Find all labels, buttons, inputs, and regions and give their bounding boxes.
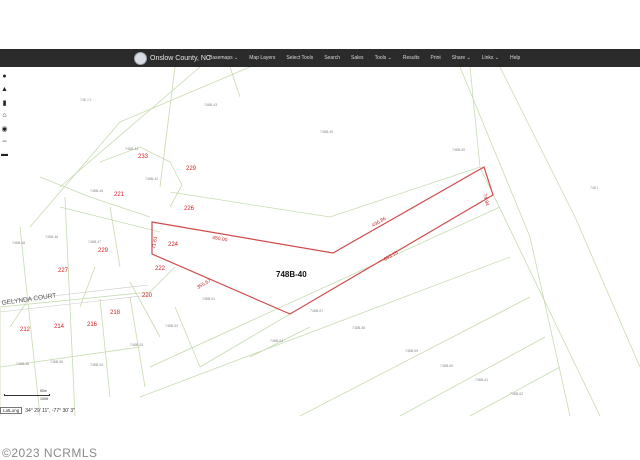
parcel-id-label: 748 J 2	[80, 98, 92, 102]
coordinate-format-select[interactable]: LatLong	[0, 407, 23, 414]
brand[interactable]: Onslow County, NC	[134, 49, 211, 67]
side-length-label: 74.94	[481, 193, 490, 207]
parcel-id-label: 748B-62	[510, 392, 523, 396]
parcel-id-label: 748B-59	[405, 349, 418, 353]
parcel-id-label: 748B-49	[320, 130, 333, 134]
menu-tools[interactable]: Tools ⌄	[375, 55, 392, 61]
address-label: 222	[155, 266, 166, 272]
parcel-id-label: 748B-48	[12, 241, 25, 245]
menu-sales[interactable]: Sales	[351, 55, 364, 61]
parcel-id-label: 748B-52	[165, 324, 178, 328]
scale-bar: 50m 100ft	[2, 389, 62, 401]
navigate-icon[interactable]: ▲	[0, 83, 9, 96]
parcel-id-label: 748B-55	[50, 360, 63, 364]
parcel-id-label: 748B-44	[125, 147, 138, 151]
watermark: ©2023 NCRMLS	[2, 446, 98, 460]
scale-bottom-label: 100ft	[40, 397, 48, 401]
address-markers: 233 229 221 226 224 229 227 222 220 212 …	[20, 154, 197, 333]
parcel-id-label: 748B-57	[310, 309, 323, 313]
home-icon[interactable]: ⌂	[0, 109, 9, 122]
parcel-map: 748B-40 GELYNDA COURT 450.00 436.86 71.6…	[0, 67, 640, 416]
parcel-id-label: 748B-47	[88, 240, 101, 244]
menu-results[interactable]: Results	[403, 55, 420, 61]
parcel-id-label: 748B-61	[475, 378, 488, 382]
selected-parcel-outline[interactable]	[151, 166, 494, 315]
street-label: GELYNDA COURT	[1, 292, 56, 307]
address-label: 229	[186, 166, 197, 172]
menu-map-layers[interactable]: Map Layers	[249, 55, 275, 61]
side-length-label: 355.67	[196, 278, 212, 291]
main-menu: Basemaps ⌄ Map Layers Select Tools Searc…	[209, 49, 531, 67]
address-label: 224	[168, 242, 179, 248]
county-seal-icon	[134, 51, 147, 65]
address-label: 216	[87, 322, 98, 328]
info-icon[interactable]: ●	[0, 70, 9, 83]
coordinate-readout: LatLong 34° 29' 11", -77° 30' 3"	[0, 406, 75, 415]
trash-icon[interactable]: ▬	[0, 148, 9, 161]
parcel-id-label: 748B-50	[452, 148, 465, 152]
parcel-id-label: 748B-58	[352, 326, 365, 330]
side-length-label: 71.61	[151, 236, 159, 250]
address-label: 220	[142, 293, 153, 299]
menu-print[interactable]: Print	[431, 55, 441, 61]
parcel-id-label: 748 I	[590, 186, 598, 190]
parcel-id-label: 748B-43	[204, 103, 217, 107]
parcel-id-label: 748B-42	[145, 177, 158, 181]
parcel-id-label: 748B-63	[270, 339, 283, 343]
address-label: 227	[58, 268, 69, 274]
menu-links[interactable]: Links ⌄	[482, 55, 499, 61]
side-length-label: 450.00	[212, 235, 228, 243]
address-label: 218	[110, 310, 121, 316]
location-pin-icon[interactable]: ◉	[0, 122, 9, 135]
binoculars-icon[interactable]: ▮	[0, 96, 9, 109]
measure-icon[interactable]: ⇔	[0, 135, 9, 148]
parcel-id-label: 748B-53	[130, 343, 143, 347]
selected-parcel-label: 748B-40	[276, 270, 307, 279]
menu-share[interactable]: Share ⌄	[452, 55, 471, 61]
parcel-id-label: 748B-60	[440, 364, 453, 368]
address-label: 221	[114, 192, 125, 198]
scale-line	[4, 394, 50, 396]
map-toolbar: ● ▲ ▮ ⌂ ◉ ⇔ ▬	[0, 70, 9, 161]
menu-help[interactable]: Help	[510, 55, 520, 61]
parcel-id-label: 748B-46	[45, 235, 58, 239]
map-canvas[interactable]: 748B-40 GELYNDA COURT 450.00 436.86 71.6…	[0, 67, 640, 416]
side-length-label: 653.15	[383, 250, 399, 263]
coordinate-value: 34° 29' 11", -77° 30' 3"	[25, 407, 75, 414]
app-header: Onslow County, NC Basemaps ⌄ Map Layers …	[0, 49, 640, 67]
address-label: 212	[20, 327, 31, 333]
address-label: 233	[138, 154, 149, 160]
app-title: Onslow County, NC	[150, 54, 211, 62]
parcel-id-labels: 748 J 2 748B-43 748B-44 748B-42 748B-45 …	[12, 98, 598, 396]
menu-basemaps[interactable]: Basemaps ⌄	[209, 55, 238, 61]
address-label: 226	[184, 206, 195, 212]
address-label: 229	[98, 248, 109, 254]
menu-select-tools[interactable]: Select Tools	[286, 55, 313, 61]
parcel-id-label: 748B-51	[202, 297, 215, 301]
parcel-id-label: 748B-56	[16, 362, 29, 366]
scale-top-label: 50m	[40, 389, 47, 393]
menu-search[interactable]: Search	[324, 55, 340, 61]
address-label: 214	[54, 324, 65, 330]
parcel-id-label: 748B-54	[90, 363, 103, 367]
parcel-id-label: 748B-45	[90, 189, 103, 193]
